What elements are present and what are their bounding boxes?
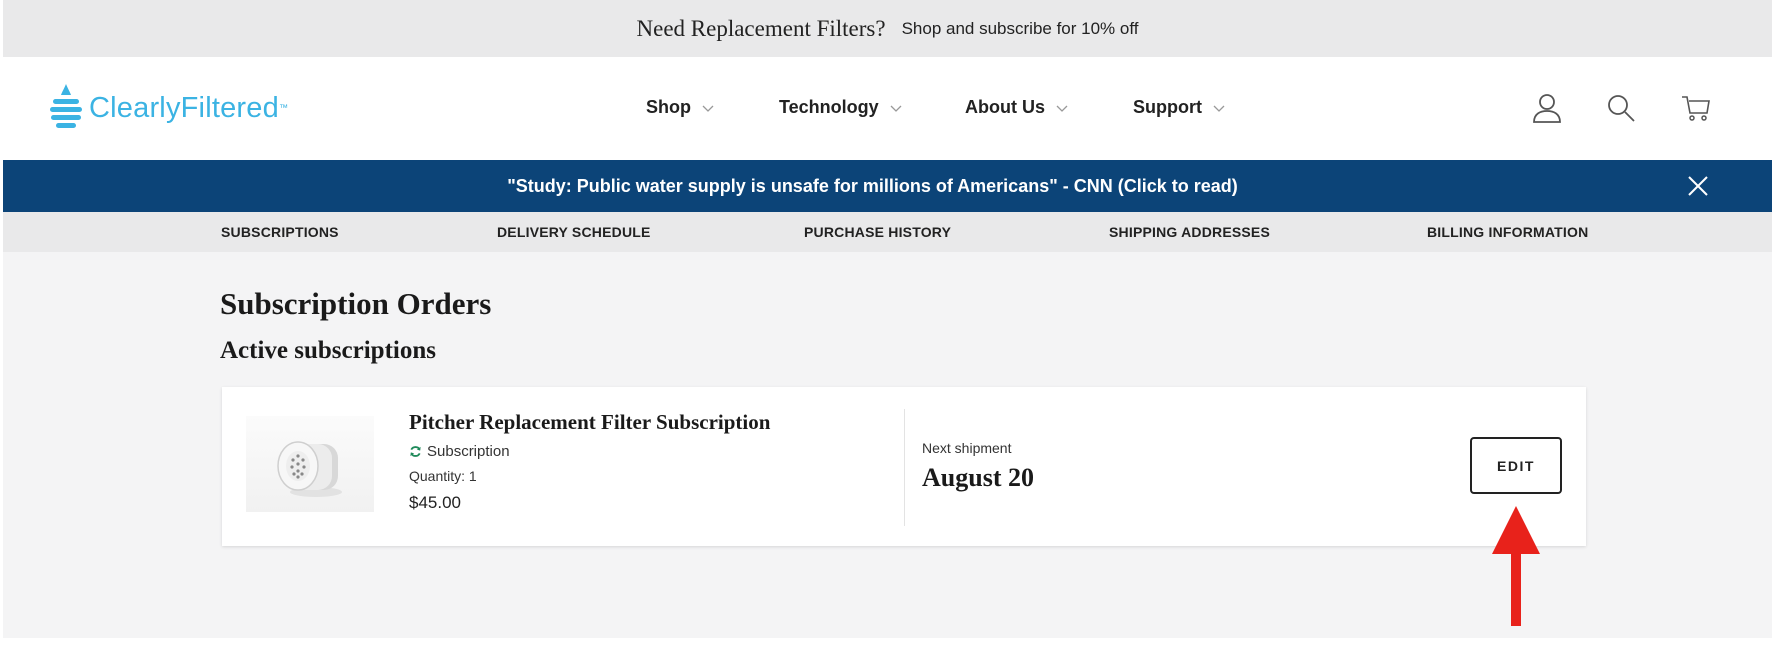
promo-subtitle[interactable]: Shop and subscribe for 10% off bbox=[902, 19, 1139, 39]
search-icon[interactable] bbox=[1604, 91, 1638, 125]
tab-purchase-history[interactable]: PURCHASE HISTORY bbox=[804, 224, 951, 240]
subscription-type: Subscription bbox=[409, 443, 510, 460]
nav-technology-label: Technology bbox=[779, 97, 879, 117]
water-drop-logo-icon bbox=[50, 84, 82, 128]
account-icon[interactable] bbox=[1530, 91, 1564, 125]
next-shipment-label: Next shipment bbox=[922, 440, 1012, 456]
news-banner-text[interactable]: "Study: Public water supply is unsafe fo… bbox=[507, 176, 1238, 197]
chevron-down-icon bbox=[702, 105, 714, 112]
tab-subscriptions[interactable]: SUBSCRIPTIONS bbox=[221, 224, 339, 240]
logo-trademark: ™ bbox=[278, 102, 288, 113]
price: $45.00 bbox=[409, 493, 461, 512]
promo-bar[interactable]: Need Replacement Filters? Shop and subsc… bbox=[3, 0, 1772, 57]
section-title: Active subscriptions bbox=[220, 337, 436, 364]
news-banner[interactable]: "Study: Public water supply is unsafe fo… bbox=[3, 160, 1772, 212]
page-title: Subscription Orders bbox=[220, 286, 492, 321]
close-icon[interactable] bbox=[1686, 174, 1710, 198]
card-divider bbox=[904, 409, 905, 526]
nav-about-us-label: About Us bbox=[965, 97, 1045, 117]
edit-button[interactable]: EDIT bbox=[1470, 437, 1562, 494]
tab-shipping-addresses[interactable]: SHIPPING ADDRESSES bbox=[1109, 224, 1270, 240]
product-title[interactable]: Pitcher Replacement Filter Subscription bbox=[409, 410, 770, 435]
chevron-down-icon bbox=[1213, 105, 1225, 112]
nav-technology[interactable]: Technology bbox=[779, 97, 903, 118]
site-header: ClearlyFiltered™ Shop Technology About U… bbox=[3, 57, 1772, 160]
nav-shop[interactable]: Shop bbox=[646, 97, 715, 118]
cart-icon[interactable] bbox=[1679, 91, 1713, 125]
nav-support[interactable]: Support bbox=[1133, 97, 1226, 118]
annotation-arrow-icon bbox=[1492, 506, 1540, 626]
subscription-type-label: Subscription bbox=[427, 443, 510, 460]
refresh-icon bbox=[410, 446, 421, 457]
nav-support-label: Support bbox=[1133, 97, 1202, 117]
promo-title: Need Replacement Filters? bbox=[636, 15, 886, 41]
nav-shop-label: Shop bbox=[646, 97, 691, 117]
tab-billing-information[interactable]: BILLING INFORMATION bbox=[1427, 224, 1588, 240]
next-shipment-date: August 20 bbox=[922, 463, 1034, 492]
product-image bbox=[246, 416, 374, 512]
chevron-down-icon bbox=[1056, 105, 1068, 112]
account-nav: SUBSCRIPTIONS DELIVERY SCHEDULE PURCHASE… bbox=[3, 212, 1772, 252]
tab-delivery-schedule[interactable]: DELIVERY SCHEDULE bbox=[497, 224, 651, 240]
nav-about-us[interactable]: About Us bbox=[965, 97, 1069, 118]
quantity: Quantity: 1 bbox=[409, 468, 477, 484]
chevron-down-icon bbox=[890, 105, 902, 112]
logo-text: ClearlyFiltered bbox=[89, 91, 279, 124]
filter-cartridge-icon bbox=[277, 441, 342, 497]
logo[interactable]: ClearlyFiltered™ bbox=[49, 83, 288, 133]
subscription-card: Pitcher Replacement Filter Subscription … bbox=[222, 387, 1586, 546]
